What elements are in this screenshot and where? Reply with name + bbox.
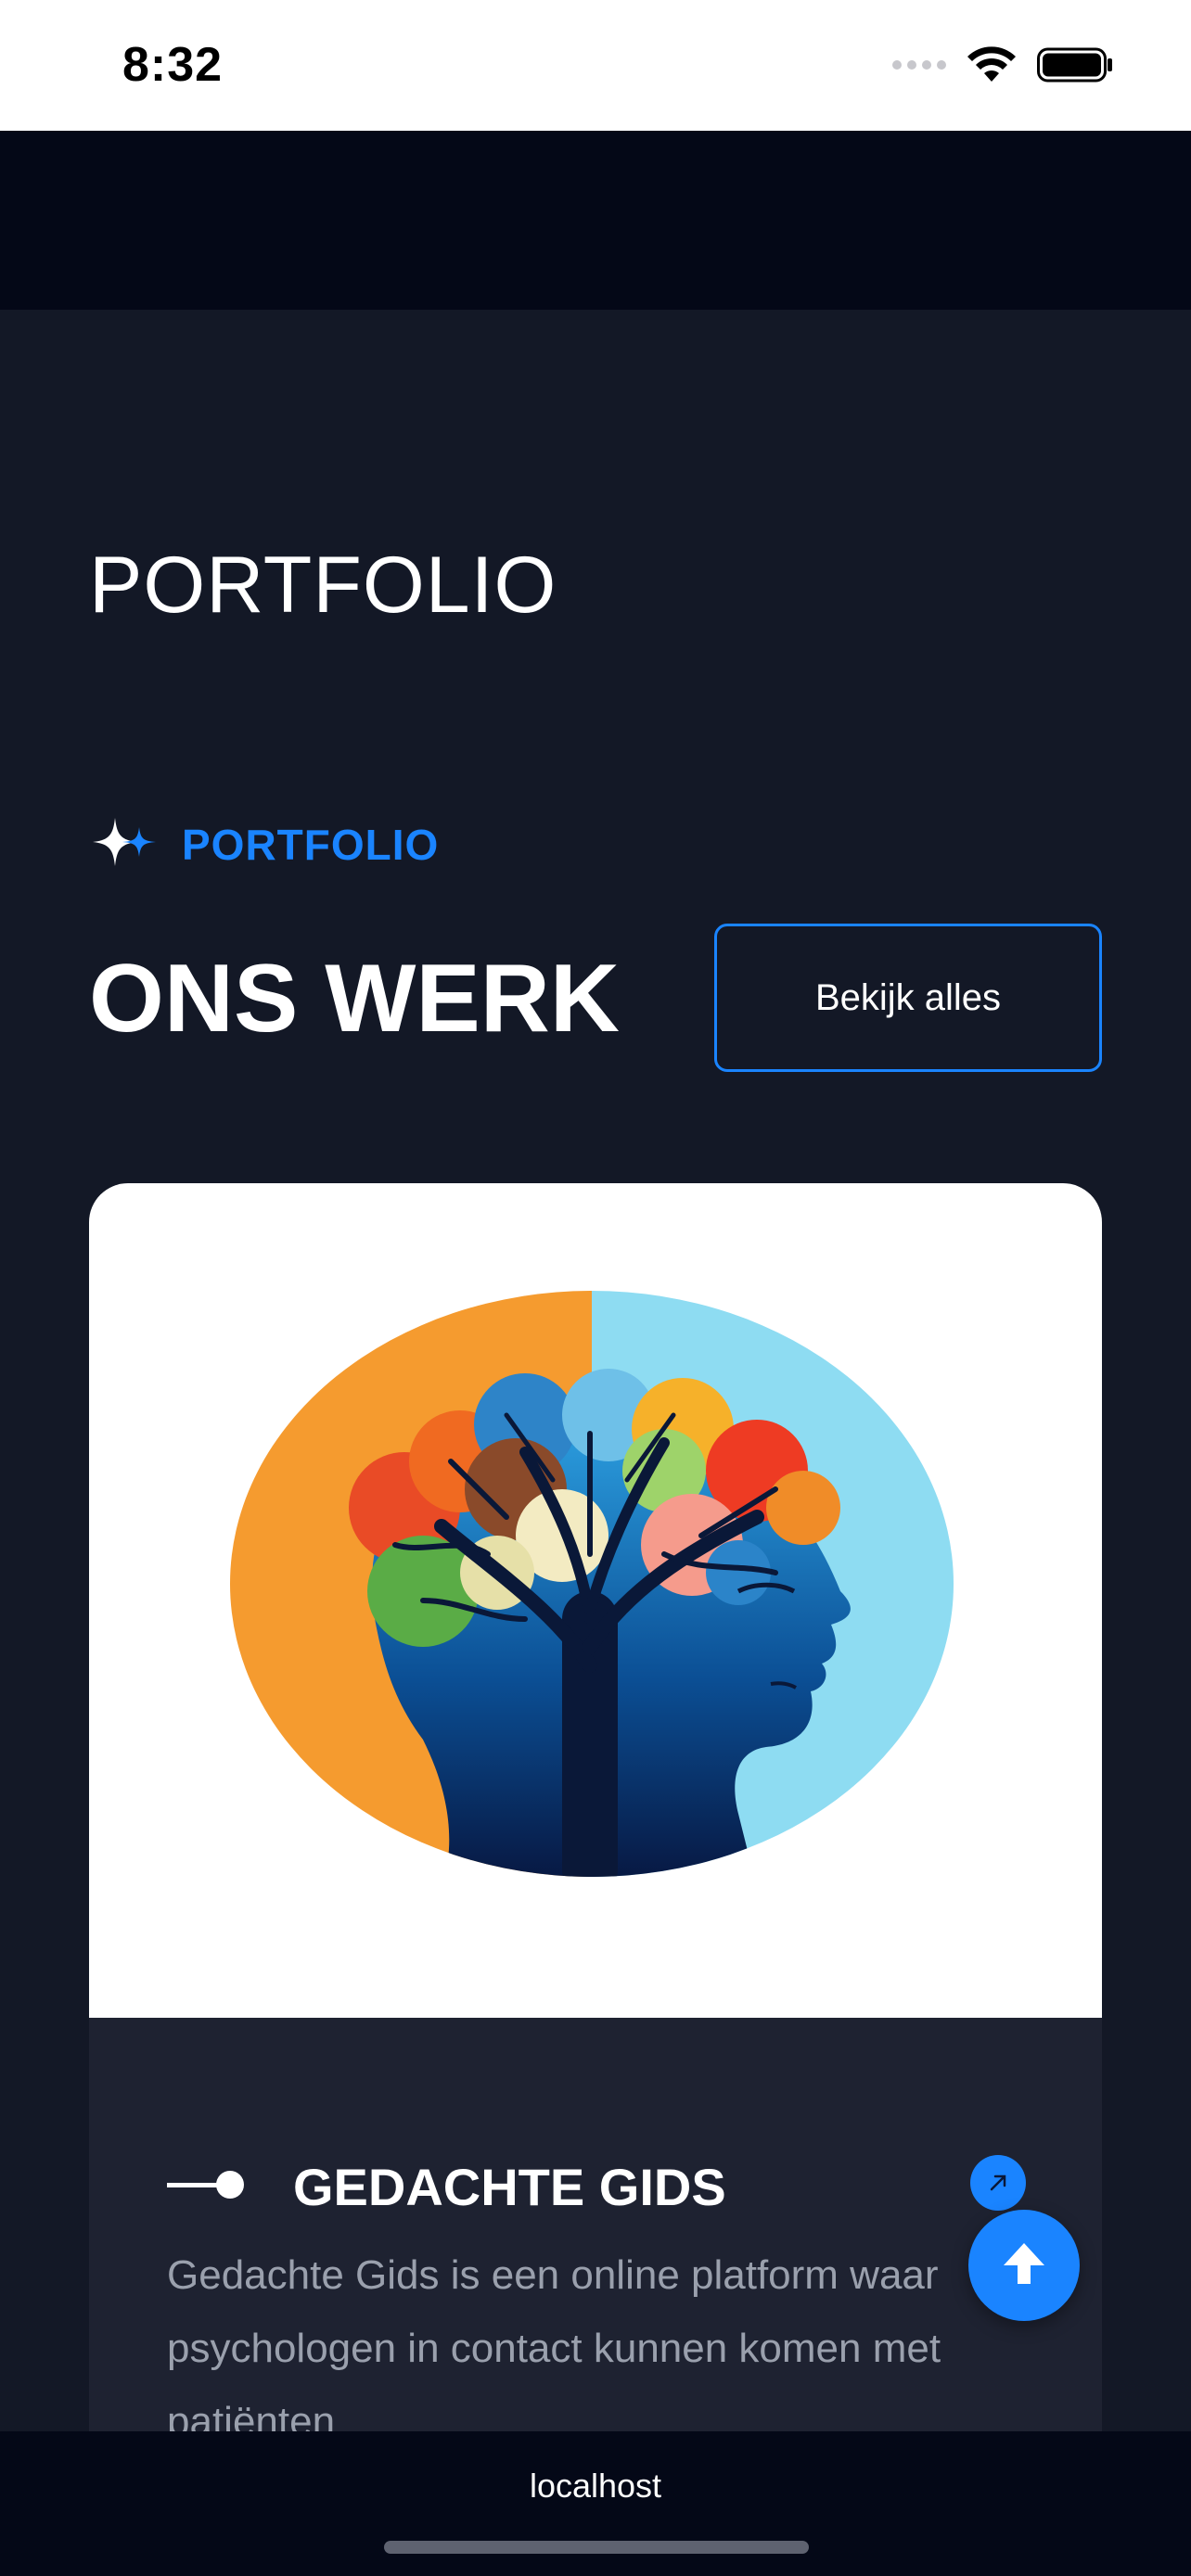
section-eyebrow: PORTFOLIO xyxy=(91,816,439,873)
status-icons xyxy=(892,46,1113,83)
card-title-row: GEDACHTE GIDS xyxy=(167,2157,726,2217)
status-bar: 8:32 xyxy=(0,0,1191,131)
arrow-up-icon xyxy=(1000,2239,1048,2292)
site-header-band xyxy=(0,131,1191,310)
page-title: PORTFOLIO xyxy=(89,541,557,630)
section-eyebrow-label: PORTFOLIO xyxy=(182,820,440,869)
battery-icon xyxy=(1037,46,1113,83)
status-time: 8:32 xyxy=(122,38,224,92)
home-indicator xyxy=(384,2541,809,2554)
signal-icon xyxy=(892,60,946,70)
card-title[interactable]: GEDACHTE GIDS xyxy=(293,2157,726,2217)
section-heading: ONS WERK xyxy=(89,945,620,1052)
sparkle-icon xyxy=(91,816,160,873)
portfolio-card[interactable]: GEDACHTE GIDS Gedachte Gids is een onlin… xyxy=(89,1183,1102,2576)
view-all-button[interactable]: Bekijk alles xyxy=(714,924,1102,1072)
browser-bottom-bar: localhost xyxy=(0,2431,1191,2576)
scroll-to-top-button[interactable] xyxy=(968,2210,1080,2321)
card-image[interactable] xyxy=(89,1183,1102,2018)
url-label[interactable]: localhost xyxy=(0,2467,1191,2506)
wifi-icon xyxy=(967,46,1017,83)
arrow-up-right-icon[interactable] xyxy=(970,2155,1026,2211)
line-dot-icon xyxy=(167,2169,247,2205)
